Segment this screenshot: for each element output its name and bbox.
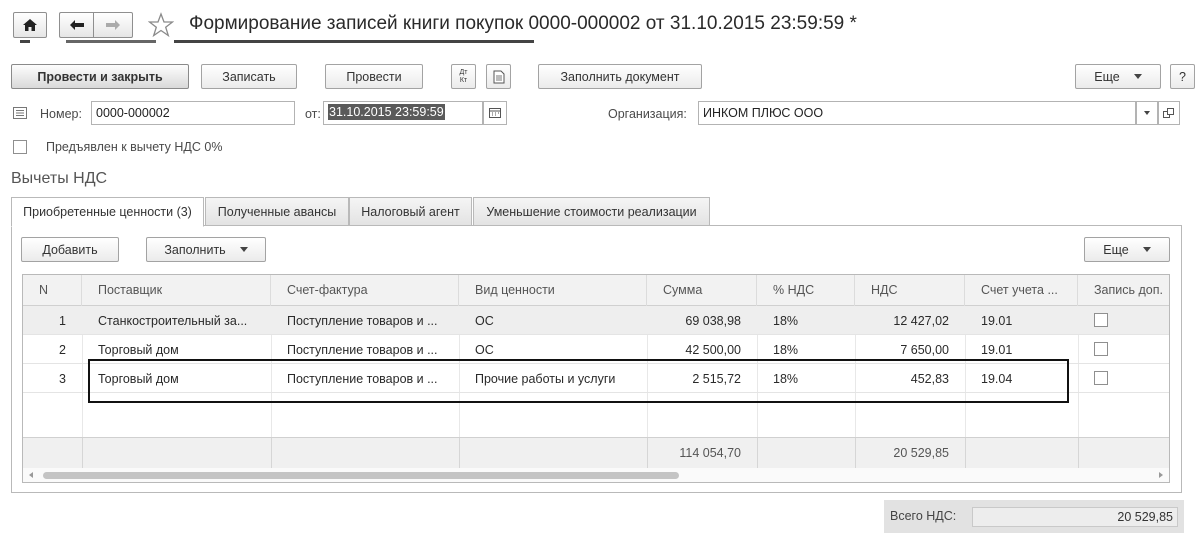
column-header-kind[interactable]: Вид ценности	[459, 275, 647, 306]
cell-invoice: Поступление товаров и ...	[287, 314, 438, 328]
add-button[interactable]: Добавить	[21, 237, 119, 262]
home-button[interactable]	[13, 12, 47, 38]
dt-kt-icon: Дт Кт	[459, 68, 468, 84]
column-header-account[interactable]: Счет учета ...	[965, 275, 1078, 306]
cell-vat-rate: 18%	[773, 314, 799, 328]
report-button[interactable]	[486, 64, 511, 89]
vat0-checkbox[interactable]	[13, 140, 27, 154]
table-header: N Поставщик Счет-фактура Вид ценности Су…	[23, 275, 1169, 306]
window-title: Формирование записей книги покупок 0000-…	[189, 13, 857, 34]
fill-button[interactable]: Заполнить	[146, 237, 266, 262]
table-totals-row: 114 054,70 20 529,85	[23, 437, 1169, 469]
chevron-down-icon	[1144, 111, 1150, 115]
fill-document-button[interactable]: Заполнить документ	[538, 64, 702, 89]
date-value: 31.10.2015 23:59:59	[328, 104, 445, 120]
favorite-star-icon[interactable]	[147, 12, 175, 41]
cell-kind: ОС	[475, 314, 494, 328]
scroll-left-icon[interactable]	[29, 472, 33, 478]
truncated-header-artifact	[14, 38, 534, 47]
fill-label: Заполнить	[164, 242, 226, 257]
cell-vat: 12 427,02	[893, 314, 949, 328]
back-button[interactable]	[59, 12, 93, 38]
arrow-right-icon	[106, 20, 120, 30]
tab-received-advances[interactable]: Полученные авансы	[205, 197, 349, 226]
row-highlight-frame	[88, 359, 1069, 403]
column-header-vat[interactable]: НДС	[855, 275, 965, 306]
post-and-close-button[interactable]: Провести и закрыть	[11, 64, 189, 89]
table-row[interactable]: 1 Станкостроительный за... Поступление т…	[23, 306, 1169, 335]
organization-dropdown-button[interactable]	[1136, 101, 1158, 125]
cell-extra-record	[1078, 364, 1169, 393]
chevron-down-icon	[1133, 74, 1142, 79]
column-header-n[interactable]: N	[23, 275, 82, 306]
total-sum: 114 054,70	[679, 446, 741, 460]
table-more-label: Еще	[1103, 242, 1129, 257]
total-vat-panel: Всего НДС: 20 529,85	[884, 500, 1184, 533]
extra-record-checkbox[interactable]	[1094, 371, 1108, 385]
date-field[interactable]: 31.10.2015 23:59:59	[323, 101, 483, 125]
organization-open-button[interactable]	[1158, 101, 1180, 125]
more-button[interactable]: Еще	[1075, 64, 1161, 89]
calendar-button[interactable]	[483, 101, 507, 125]
number-field[interactable]: 0000-000002	[91, 101, 295, 125]
document-icon	[493, 70, 504, 83]
save-button[interactable]: Записать	[201, 64, 297, 89]
total-vat-label: Всего НДС:	[890, 509, 957, 523]
chevron-down-icon	[1142, 247, 1151, 252]
cell-supplier: Станкостроительный за...	[98, 314, 248, 328]
column-header-supplier[interactable]: Поставщик	[82, 275, 271, 306]
organization-field[interactable]: ИНКОМ ПЛЮС ООО	[698, 101, 1136, 125]
date-label: от:	[305, 107, 321, 121]
cell-account: 19.01	[981, 314, 1013, 328]
tab-tax-agent[interactable]: Налоговый агент	[349, 197, 472, 226]
column-header-vat-rate[interactable]: % НДС	[757, 275, 855, 306]
total-vat-value: 20 529,85	[972, 507, 1178, 527]
number-label: Номер:	[40, 107, 82, 121]
forward-button[interactable]	[93, 12, 133, 38]
help-button[interactable]: ?	[1170, 64, 1195, 89]
dt-kt-button[interactable]: Дт Кт	[451, 64, 476, 89]
section-title: Вычеты НДС	[11, 170, 108, 187]
vat0-label: Предъявлен к вычету НДС 0%	[46, 140, 223, 154]
scroll-right-icon[interactable]	[1159, 472, 1163, 478]
tab-acquired-values[interactable]: Приобретенные ценности (3)	[11, 197, 204, 227]
table-more-button[interactable]: Еще	[1084, 237, 1170, 262]
total-vat: 20 529,85	[893, 446, 949, 460]
cell-sum: 69 038,98	[685, 314, 741, 328]
column-header-invoice[interactable]: Счет-фактура	[271, 275, 459, 306]
post-button[interactable]: Провести	[325, 64, 423, 89]
calendar-icon	[489, 108, 501, 118]
extra-record-checkbox[interactable]	[1094, 313, 1108, 327]
scrollbar-thumb[interactable]	[43, 472, 679, 479]
home-icon	[23, 19, 37, 31]
column-header-sum[interactable]: Сумма	[647, 275, 757, 306]
horizontal-scrollbar[interactable]	[23, 468, 1169, 482]
list-icon	[13, 107, 27, 122]
open-link-icon	[1163, 108, 1174, 118]
cell-extra-record	[1078, 306, 1169, 335]
extra-record-checkbox[interactable]	[1094, 342, 1108, 356]
organization-label: Организация:	[608, 107, 687, 121]
arrow-left-icon	[69, 20, 84, 30]
cell-extra-record	[1078, 335, 1169, 364]
more-label: Еще	[1094, 69, 1120, 84]
column-header-extra-record[interactable]: Запись доп.	[1078, 275, 1169, 306]
tab-cost-reduction[interactable]: Уменьшение стоимости реализации	[473, 197, 710, 226]
chevron-down-icon	[239, 247, 248, 252]
